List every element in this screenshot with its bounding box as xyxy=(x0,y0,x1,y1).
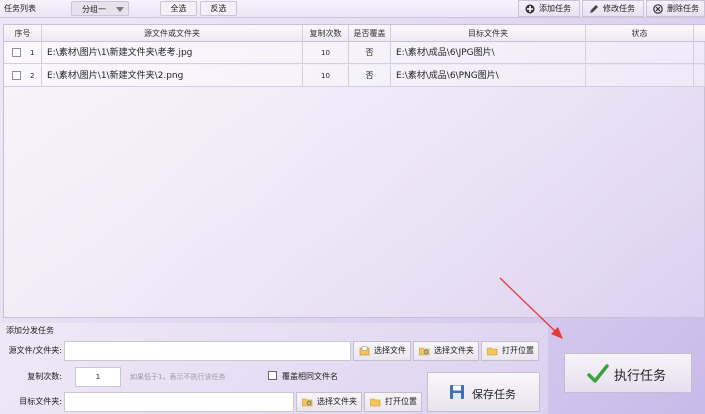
row-count: 10 xyxy=(303,65,349,87)
save-task-label: 保存任务 xyxy=(472,388,516,401)
save-task-button[interactable]: 保存任务 xyxy=(427,372,540,412)
choose-folder-button[interactable]: 选择文件夹 xyxy=(413,341,479,361)
group-select[interactable]: 分组一 xyxy=(71,1,129,16)
source-input[interactable] xyxy=(64,341,351,361)
copy-count-label: 复制次数: xyxy=(27,372,62,381)
open-target-location-button[interactable]: 打开位置 xyxy=(364,392,422,412)
chevron-down-icon xyxy=(116,7,124,12)
overwrite-label: 覆盖相同文件名 xyxy=(282,372,338,381)
run-task-button[interactable]: 执行任务 xyxy=(564,353,692,393)
run-task-label: 执行任务 xyxy=(614,369,667,384)
target-input[interactable] xyxy=(64,392,294,412)
row-index: 1 xyxy=(30,49,35,57)
row-count: 10 xyxy=(303,42,349,64)
row-status xyxy=(586,65,694,87)
folder-search-icon xyxy=(302,398,313,407)
table-header: 序号 源文件或文件夹 复制次数 是否覆盖 目标文件夹 状态 xyxy=(4,25,705,42)
choose-target-folder-label: 选择文件夹 xyxy=(317,397,357,406)
save-icon xyxy=(450,385,464,399)
overwrite-checkbox[interactable] xyxy=(268,371,277,380)
red-arrow-annotation xyxy=(499,277,563,339)
edit-task-label: 修改任务 xyxy=(603,4,635,13)
task-table: 序号 源文件或文件夹 复制次数 是否覆盖 目标文件夹 状态 1 E:\素材\图片… xyxy=(3,24,705,318)
file-icon xyxy=(359,346,370,356)
task-list-title: 任务列表 xyxy=(4,4,36,13)
pencil-icon xyxy=(590,5,598,13)
folder-open-icon xyxy=(487,347,498,356)
edit-task-button[interactable]: 修改任务 xyxy=(582,0,644,17)
row-checkbox[interactable] xyxy=(12,48,21,57)
table-row[interactable]: 2 E:\素材\图片\1\新建文件夹\2.png 10 否 E:\素材\成品\6… xyxy=(4,65,705,87)
col-overwrite[interactable]: 是否覆盖 xyxy=(349,25,391,42)
row-target: E:\素材\成品\6\PNG图片\ xyxy=(391,65,586,87)
col-index[interactable]: 序号 xyxy=(4,25,42,42)
row-index: 2 xyxy=(30,72,35,80)
add-circle-icon xyxy=(525,4,535,14)
group-select-value: 分组一 xyxy=(82,5,106,14)
row-status xyxy=(586,42,694,64)
row-checkbox[interactable] xyxy=(12,71,21,80)
target-label: 目标文件夹: xyxy=(19,397,62,406)
col-count[interactable]: 复制次数 xyxy=(303,25,349,42)
choose-folder-label: 选择文件夹 xyxy=(434,346,474,355)
delete-circle-icon xyxy=(653,4,663,14)
folder-open-icon xyxy=(370,398,381,407)
row-source: E:\素材\图片\1\新建文件夹\老考.jpg xyxy=(42,42,303,64)
choose-file-label: 选择文件 xyxy=(374,346,406,355)
add-task-label: 添加任务 xyxy=(539,4,571,13)
table-row[interactable]: 1 E:\素材\图片\1\新建文件夹\老考.jpg 10 否 E:\素材\成品\… xyxy=(4,42,705,64)
copy-count-hint: 如果低于1，表示不执行该任务 xyxy=(130,373,226,381)
select-all-button[interactable]: 全选 xyxy=(160,1,197,16)
choose-target-folder-button[interactable]: 选择文件夹 xyxy=(296,392,362,412)
checkmark-icon xyxy=(587,364,609,383)
open-target-location-label: 打开位置 xyxy=(385,397,417,406)
row-overwrite: 否 xyxy=(349,65,391,87)
copy-count-input[interactable]: 1 xyxy=(75,367,121,387)
folder-search-icon xyxy=(419,347,430,356)
col-target[interactable]: 目标文件夹 xyxy=(391,25,586,42)
top-toolbar: 任务列表 分组一 全选 反选 添加任务 修改任务 删除任务 xyxy=(0,0,705,18)
col-source[interactable]: 源文件或文件夹 xyxy=(42,25,303,42)
delete-task-label: 删除任务 xyxy=(667,4,699,13)
open-location-label: 打开位置 xyxy=(502,346,534,355)
invert-select-button[interactable]: 反选 xyxy=(200,1,237,16)
row-overwrite: 否 xyxy=(349,42,391,64)
row-source: E:\素材\图片\1\新建文件夹\2.png xyxy=(42,65,303,87)
row-target: E:\素材\成品\6\JPG图片\ xyxy=(391,42,586,64)
panel-title: 添加分发任务 xyxy=(6,326,54,335)
delete-task-button[interactable]: 删除任务 xyxy=(646,0,705,17)
add-task-button[interactable]: 添加任务 xyxy=(518,0,580,17)
col-status[interactable]: 状态 xyxy=(586,25,694,42)
choose-file-button[interactable]: 选择文件 xyxy=(353,341,411,361)
source-label: 源文件/文件夹: xyxy=(8,346,62,355)
